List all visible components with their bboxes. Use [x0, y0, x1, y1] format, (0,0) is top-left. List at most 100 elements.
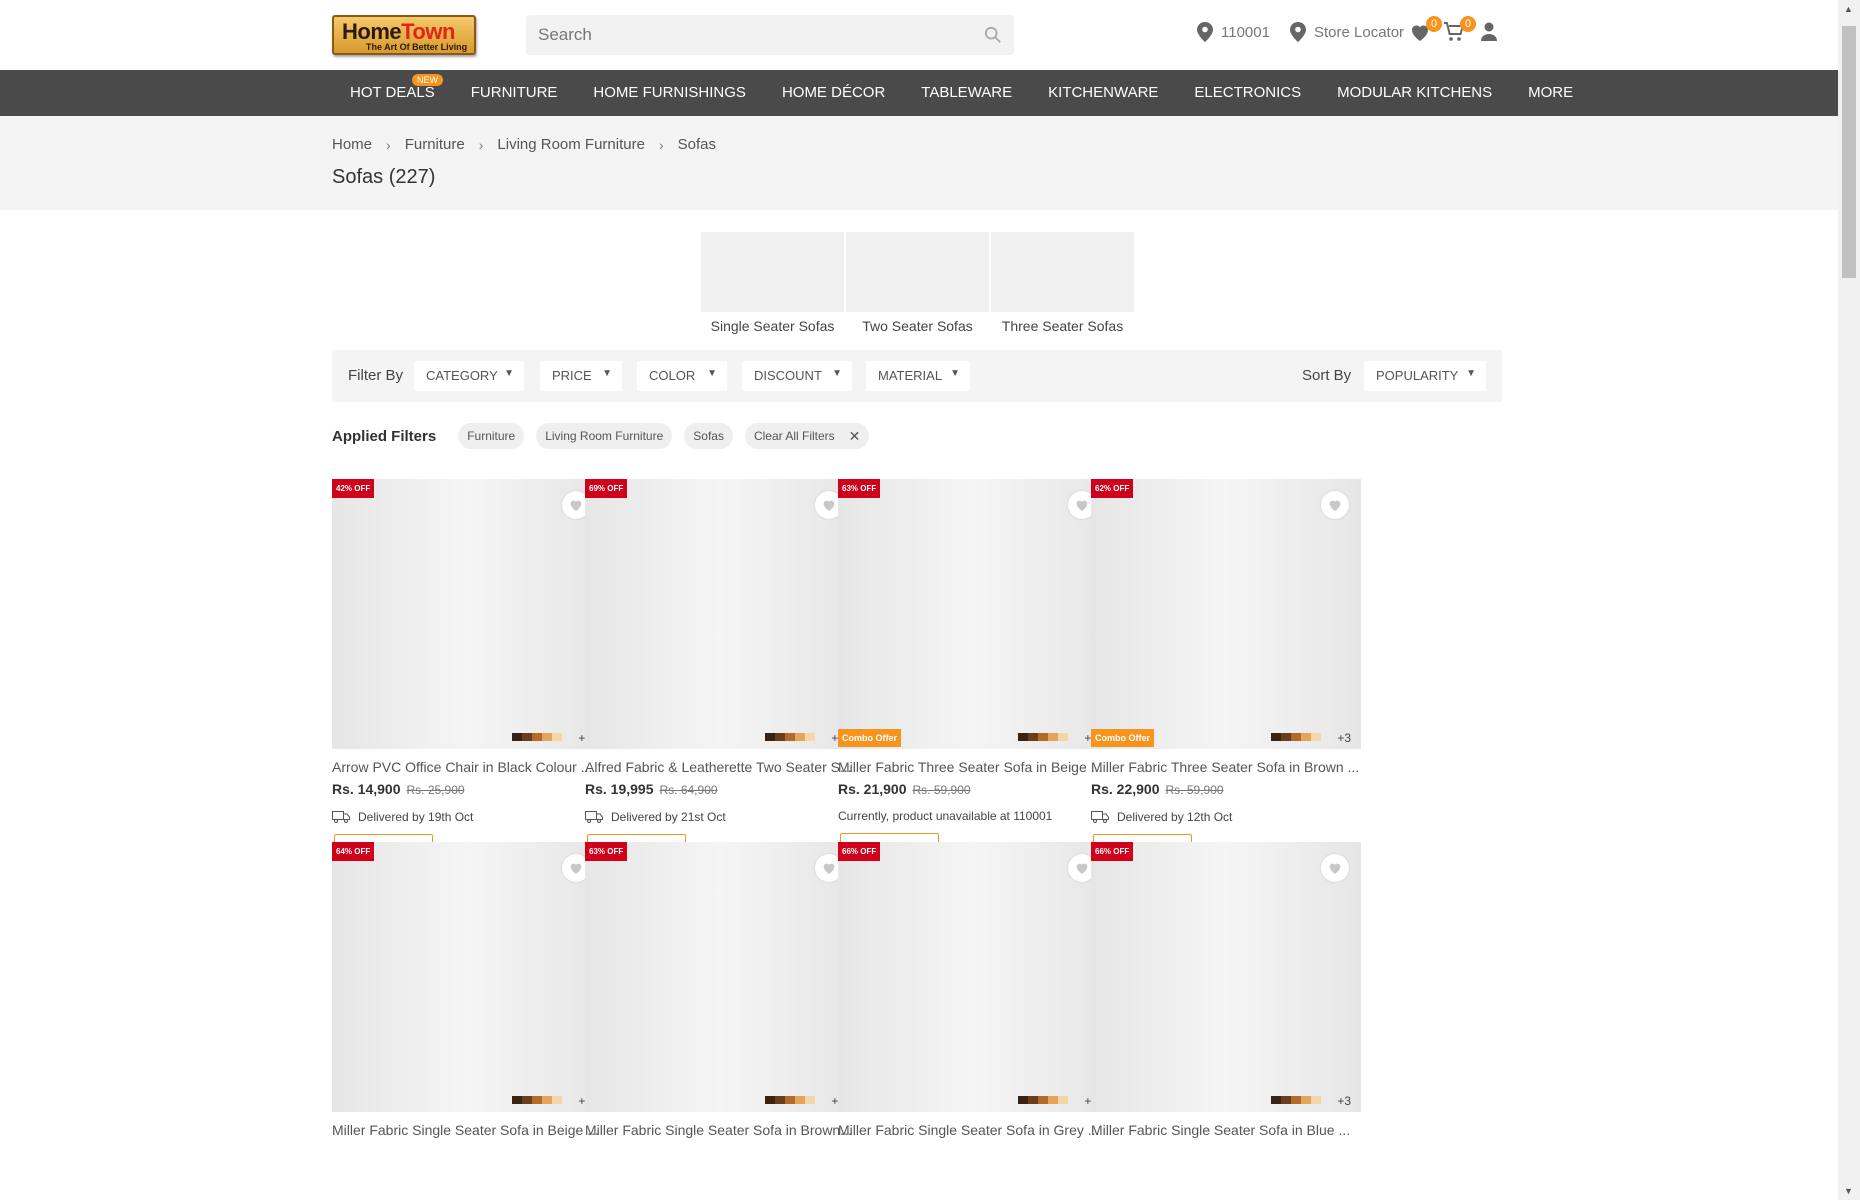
- product-image[interactable]: 63% OFF Combo Offer +3: [838, 479, 1108, 749]
- pincode-selector[interactable]: 110001: [1197, 22, 1270, 42]
- product-card[interactable]: 66% OFF +3 Miller Fabric Single Seater S…: [1091, 842, 1361, 1138]
- product-name[interactable]: Miller Fabric Single Seater Sofa in Blue…: [1091, 1122, 1361, 1138]
- product-card[interactable]: 66% OFF +3 Miller Fabric Single Seater S…: [838, 842, 1108, 1138]
- truck-icon: [585, 811, 603, 823]
- product-card[interactable]: 42% OFF +4 Arrow PVC Office Chair in Bla…: [332, 479, 602, 868]
- wishlist-toggle[interactable]: [1321, 854, 1349, 882]
- breadcrumb-furniture[interactable]: Furniture: [405, 136, 465, 153]
- store-locator[interactable]: Store Locator: [1290, 22, 1404, 42]
- color-swatches[interactable]: [1271, 733, 1321, 741]
- sale-price: Rs. 14,900: [332, 781, 401, 797]
- combo-offer-badge: Combo Offer: [1091, 729, 1154, 747]
- product-card[interactable]: 64% OFF +3 Miller Fabric Single Seater S…: [332, 842, 602, 1138]
- product-image[interactable]: 69% OFF +1: [585, 479, 855, 749]
- product-image[interactable]: 62% OFF Combo Offer +3: [1091, 479, 1361, 749]
- hometown-logo[interactable]: HomeTown The Art Of Better Living: [332, 15, 476, 55]
- wishlist-button[interactable]: 0: [1408, 16, 1442, 48]
- filter-chip[interactable]: Furniture: [458, 423, 525, 449]
- nav-item-more[interactable]: MORE: [1510, 70, 1591, 116]
- filter-chip[interactable]: Living Room Furniture: [536, 423, 673, 449]
- filter-color-dropdown[interactable]: COLOR ▼: [637, 361, 727, 391]
- clear-all-filters-button[interactable]: Clear All Filters ✕: [744, 423, 870, 449]
- product-image[interactable]: 66% OFF +3: [838, 842, 1108, 1112]
- nav-item-electronics[interactable]: ELECTRONICS: [1176, 70, 1319, 116]
- product-card[interactable]: 62% OFF Combo Offer +3 Miller Fabric Thr…: [1091, 479, 1361, 868]
- color-swatches[interactable]: [765, 733, 815, 741]
- nav-item-tableware[interactable]: TABLEWARE: [903, 70, 1030, 116]
- filter-chip[interactable]: Sofas: [684, 423, 733, 449]
- color-swatches[interactable]: [512, 1096, 562, 1104]
- sort-dropdown[interactable]: POPULARITY ▼: [1364, 361, 1486, 391]
- combo-offer-badge: Combo Offer: [838, 729, 901, 747]
- scrollbar[interactable]: ▲ ▼: [1838, 0, 1860, 1200]
- breadcrumb-home[interactable]: Home: [332, 136, 372, 153]
- page: HomeTown The Art Of Better Living 110001…: [0, 0, 1860, 1200]
- product-image[interactable]: 64% OFF +3: [332, 842, 602, 1112]
- close-icon[interactable]: ✕: [849, 423, 861, 449]
- subcategory-image: [991, 232, 1134, 312]
- product-card[interactable]: 69% OFF +1 Alfred Fabric & Leatherette T…: [585, 479, 855, 868]
- dropdown-label: POPULARITY: [1376, 368, 1459, 383]
- scroll-up-arrow-icon[interactable]: ▲: [1844, 4, 1853, 14]
- product-name[interactable]: Alfred Fabric & Leatherette Two Seater S…: [585, 759, 855, 775]
- chevron-right-icon: ›: [658, 136, 664, 153]
- filter-category-dropdown[interactable]: CATEGORY ▼: [414, 361, 524, 391]
- nav-item-home-furnishings[interactable]: HOME FURNISHINGS: [575, 70, 764, 116]
- search-input[interactable]: [526, 15, 966, 55]
- color-swatches[interactable]: [1018, 1096, 1068, 1104]
- heart-icon: [1329, 863, 1341, 874]
- discount-badge: 62% OFF: [1091, 479, 1134, 498]
- heart-icon: [570, 863, 582, 874]
- dropdown-label: CATEGORY: [426, 368, 498, 383]
- location-pin-icon: [1290, 22, 1306, 42]
- product-name[interactable]: Miller Fabric Three Seater Sofa in Beige…: [838, 759, 1108, 775]
- breadcrumb-living-room[interactable]: Living Room Furniture: [497, 136, 645, 153]
- nav-item-furniture[interactable]: FURNITURE: [453, 70, 576, 116]
- product-image[interactable]: 63% OFF +3: [585, 842, 855, 1112]
- scrollbar-thumb[interactable]: [1842, 26, 1856, 278]
- logo-tagline: The Art Of Better Living: [366, 42, 468, 52]
- subcategory-three-seater[interactable]: Three Seater Sofas: [991, 232, 1134, 334]
- nav-item-kitchenware[interactable]: KITCHENWARE: [1030, 70, 1176, 116]
- color-swatches[interactable]: [1018, 733, 1068, 741]
- filter-material-dropdown[interactable]: MATERIAL ▼: [866, 361, 970, 391]
- scroll-down-arrow-icon[interactable]: ▼: [1844, 1186, 1853, 1196]
- subcategory-single-seater[interactable]: Single Seater Sofas: [701, 232, 844, 334]
- delivery-info: Delivered by 21st Oct: [585, 810, 855, 824]
- filter-bar: Filter By CATEGORY ▼ PRICE ▼ COLOR ▼ DISCOU…: [332, 350, 1502, 402]
- product-image[interactable]: 66% OFF +3: [1091, 842, 1361, 1112]
- site-header: HomeTown The Art Of Better Living 110001…: [0, 0, 1838, 70]
- search-icon[interactable]: [984, 26, 1002, 44]
- nav-item-home-decor[interactable]: HOME DÉCOR: [764, 70, 903, 116]
- nav-item-hot-deals[interactable]: HOT DEALS NEW: [332, 70, 453, 116]
- more-colors-count: +3: [1337, 1094, 1351, 1108]
- color-swatches[interactable]: [512, 733, 562, 741]
- product-name[interactable]: Miller Fabric Single Seater Sofa in Beig…: [332, 1122, 602, 1138]
- subcategory-two-seater[interactable]: Two Seater Sofas: [846, 232, 989, 334]
- nav-item-label: HOME FURNISHINGS: [593, 84, 746, 101]
- caret-down-icon: ▼: [707, 368, 717, 379]
- product-card[interactable]: 63% OFF +3 Miller Fabric Single Seater S…: [585, 842, 855, 1138]
- nav-item-modular-kitchens[interactable]: MODULAR KITCHENS: [1319, 70, 1510, 116]
- product-name[interactable]: Arrow PVC Office Chair in Black Colour .…: [332, 759, 602, 775]
- cart-button[interactable]: 0: [1442, 16, 1476, 48]
- filter-discount-dropdown[interactable]: DISCOUNT ▼: [742, 361, 852, 391]
- subcategory-strip: Single Seater Sofas Two Seater Sofas Thr…: [701, 232, 1134, 334]
- product-name[interactable]: Miller Fabric Single Seater Sofa in Grey…: [838, 1122, 1108, 1138]
- product-image[interactable]: 42% OFF +4: [332, 479, 602, 749]
- delivery-text: Delivered by 21st Oct: [611, 810, 726, 824]
- color-swatches[interactable]: [1271, 1096, 1321, 1104]
- wishlist-count-badge: 0: [1426, 16, 1442, 32]
- wishlist-toggle[interactable]: [1321, 491, 1349, 519]
- pincode-text: 110001: [1221, 23, 1270, 41]
- account-button[interactable]: [1478, 20, 1506, 48]
- caret-down-icon: ▼: [504, 368, 514, 379]
- dropdown-label: COLOR: [649, 368, 696, 383]
- product-card[interactable]: 63% OFF Combo Offer +3 Miller Fabric Thr…: [838, 479, 1108, 867]
- nav-item-label: HOME DÉCOR: [781, 84, 886, 101]
- color-swatches[interactable]: [765, 1096, 815, 1104]
- chip-label: Living Room Furniture: [545, 429, 664, 443]
- product-name[interactable]: Miller Fabric Single Seater Sofa in Brow…: [585, 1122, 855, 1138]
- product-name[interactable]: Miller Fabric Three Seater Sofa in Brown…: [1091, 759, 1361, 775]
- filter-price-dropdown[interactable]: PRICE ▼: [540, 361, 622, 391]
